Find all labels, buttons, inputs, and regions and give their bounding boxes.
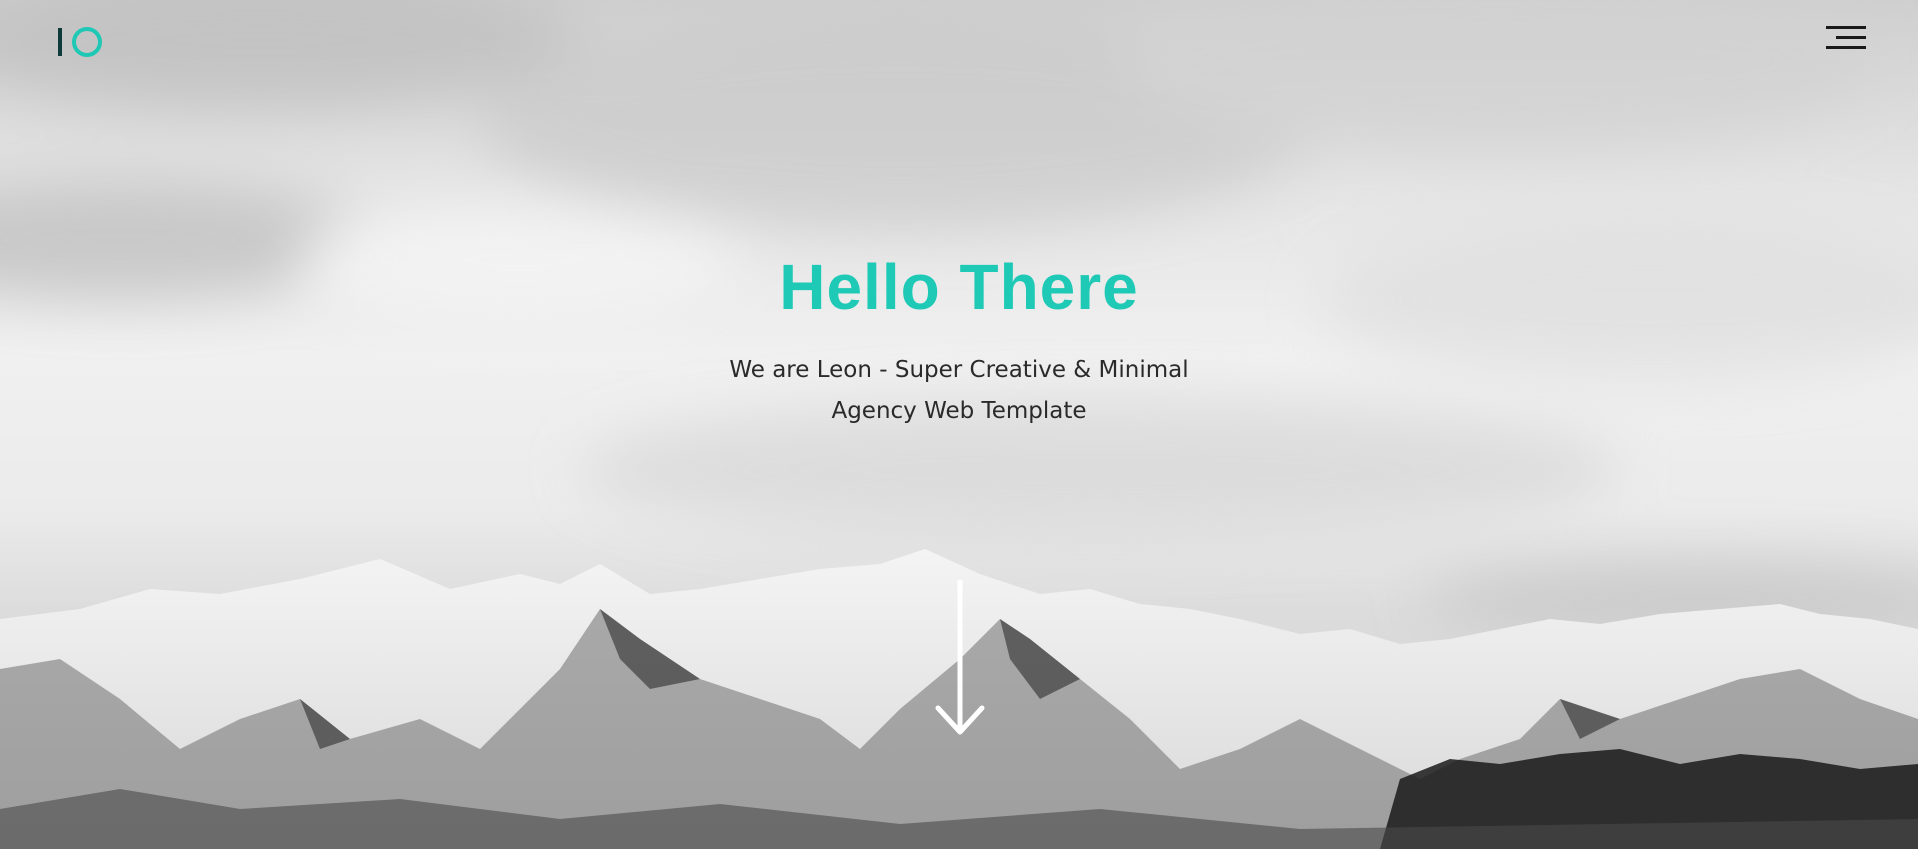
hamburger-menu-button[interactable]: [1824, 24, 1866, 52]
menu-line-icon: [1826, 26, 1866, 29]
hero-subtitle-line2: Agency Web Template: [831, 398, 1087, 424]
site-logo[interactable]: [58, 27, 102, 57]
logo-bar-icon: [58, 28, 62, 56]
hero-content: Hello There We are Leon - Super Creative…: [0, 250, 1918, 432]
arrow-down-icon[interactable]: [932, 580, 988, 740]
hero-subtitle: We are Leon - Super Creative & Minimal A…: [679, 350, 1239, 432]
hero-subtitle-line1: We are Leon - Super Creative & Minimal: [729, 357, 1189, 383]
menu-line-icon: [1826, 46, 1866, 49]
menu-line-icon: [1836, 36, 1866, 39]
logo-ring-icon: [72, 27, 102, 57]
hero-section: Hello There We are Leon - Super Creative…: [0, 0, 1918, 849]
hero-title: Hello There: [779, 251, 1139, 323]
